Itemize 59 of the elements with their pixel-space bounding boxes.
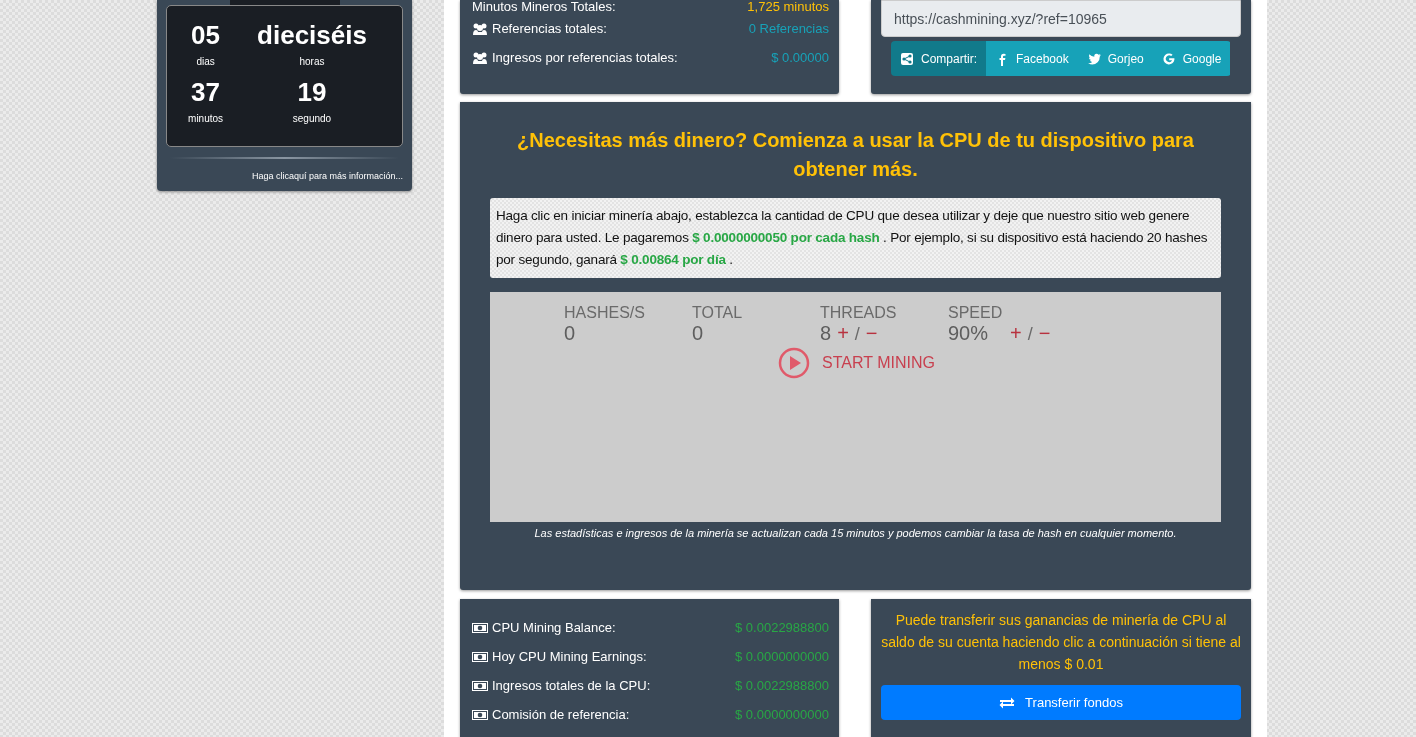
balance-label: Hoy CPU Mining Earnings: bbox=[492, 649, 647, 664]
countdown-label: horas bbox=[299, 56, 325, 67]
balance-value: $ 0.0022988800 bbox=[735, 678, 829, 693]
miner-stat-label: HASHES/S bbox=[564, 304, 646, 322]
facebook-button[interactable]: Facebook bbox=[986, 41, 1078, 76]
mining-title: ¿Necesitas más dinero? Comienza a usar la CPU de tu dispositivo para obtener más. bbox=[516, 128, 1195, 182]
miner-stat-value: 90% bbox=[948, 322, 989, 345]
minus-button[interactable]: − bbox=[1038, 322, 1051, 345]
stat-label: Ingresos por referencias totales: bbox=[492, 50, 678, 65]
exchange-icon bbox=[999, 695, 1016, 710]
more-info-link[interactable]: Haga clicaquí para más información... bbox=[166, 171, 403, 181]
transfer-button[interactable]: Transferir fondos bbox=[881, 685, 1241, 720]
mining-description: Haga clic en iniciar minería abajo, establezca la cantidad de CPU que desea utilizar y deje que nuestro sitio web genere dinero para usted. Le pagaremos $ 0.0000000050 por cada hash . Por ejemplo, si su dispositivo está haciendo 20 hashes por segundo, ganará $ 0.00864 por día . bbox=[490, 198, 1221, 278]
miner-stat-value: 0 bbox=[692, 322, 704, 345]
countdown-label: minutos bbox=[188, 113, 224, 124]
miner-stat-value: 8 bbox=[820, 322, 832, 345]
google-button[interactable]: Google bbox=[1152, 41, 1231, 76]
transfer-info: Puede transferir sus ganancias de minería de CPU al saldo de su cuenta haciendo clic a continuación si tiene al menos $ 0.01 bbox=[881, 611, 1241, 674]
banknote-icon bbox=[472, 708, 488, 721]
slash-separator: / bbox=[854, 324, 860, 345]
miner-stat-label: SPEED bbox=[948, 304, 1004, 322]
balance-label: Comisión de referencia: bbox=[492, 707, 630, 722]
play-icon bbox=[778, 347, 810, 379]
miner-stat-value: 0 bbox=[564, 322, 576, 345]
countdown-value: dieciséis bbox=[257, 19, 367, 52]
plus-button[interactable]: + bbox=[837, 322, 849, 345]
countdown-label: dias bbox=[196, 56, 215, 67]
mining-note: Las estadísticas e ingresos de la minería se actualizan cada 15 minutos y podemos cambiar la tasa de hash en cualquier momento. bbox=[533, 527, 1178, 539]
stat-label: Referencias totales: bbox=[492, 21, 607, 36]
balance-value: $ 0.0000000000 bbox=[735, 707, 829, 722]
bird-icon bbox=[1086, 51, 1101, 66]
banknote-icon bbox=[472, 621, 488, 634]
stat-value: $ 0.00000 bbox=[771, 50, 829, 65]
share-icon bbox=[900, 51, 914, 66]
twitter-button[interactable]: Gorjeo bbox=[1077, 41, 1153, 76]
miner-stat-label: TOTAL bbox=[692, 304, 744, 322]
countdown-value: 19 bbox=[297, 76, 327, 109]
users-icon bbox=[472, 21, 488, 36]
slash-separator: / bbox=[1027, 324, 1033, 345]
stat-value: 1,725 minutos bbox=[747, 0, 829, 14]
google-icon bbox=[1161, 51, 1176, 66]
balance-label: CPU Mining Balance: bbox=[492, 620, 616, 635]
balance-value: $ 0.0022988800 bbox=[735, 620, 829, 635]
balance-value: $ 0.0000000000 bbox=[735, 649, 829, 664]
countdown-value: 05 bbox=[191, 19, 221, 52]
minus-button[interactable]: − bbox=[865, 322, 878, 345]
balance-label: Ingresos totales de la CPU: bbox=[492, 678, 651, 693]
banknote-icon bbox=[472, 679, 488, 692]
miner-stat-label: THREADS bbox=[820, 304, 898, 322]
countdown-label: segundo bbox=[292, 113, 332, 124]
stat-label: Minutos Mineros Totales: bbox=[472, 0, 616, 14]
users-icon bbox=[472, 50, 488, 65]
stat-value: 0 Referencias bbox=[748, 21, 829, 36]
banknote-icon bbox=[472, 650, 488, 663]
start-mining-button[interactable]: START MINING bbox=[778, 347, 935, 379]
share-button[interactable]: Compartir: bbox=[891, 41, 986, 76]
countdown-value: 37 bbox=[191, 76, 221, 109]
plus-button[interactable]: + bbox=[1010, 322, 1022, 345]
referral-url-field[interactable]: https://cashmining.xyz/?ref=10965 bbox=[881, 0, 1241, 37]
